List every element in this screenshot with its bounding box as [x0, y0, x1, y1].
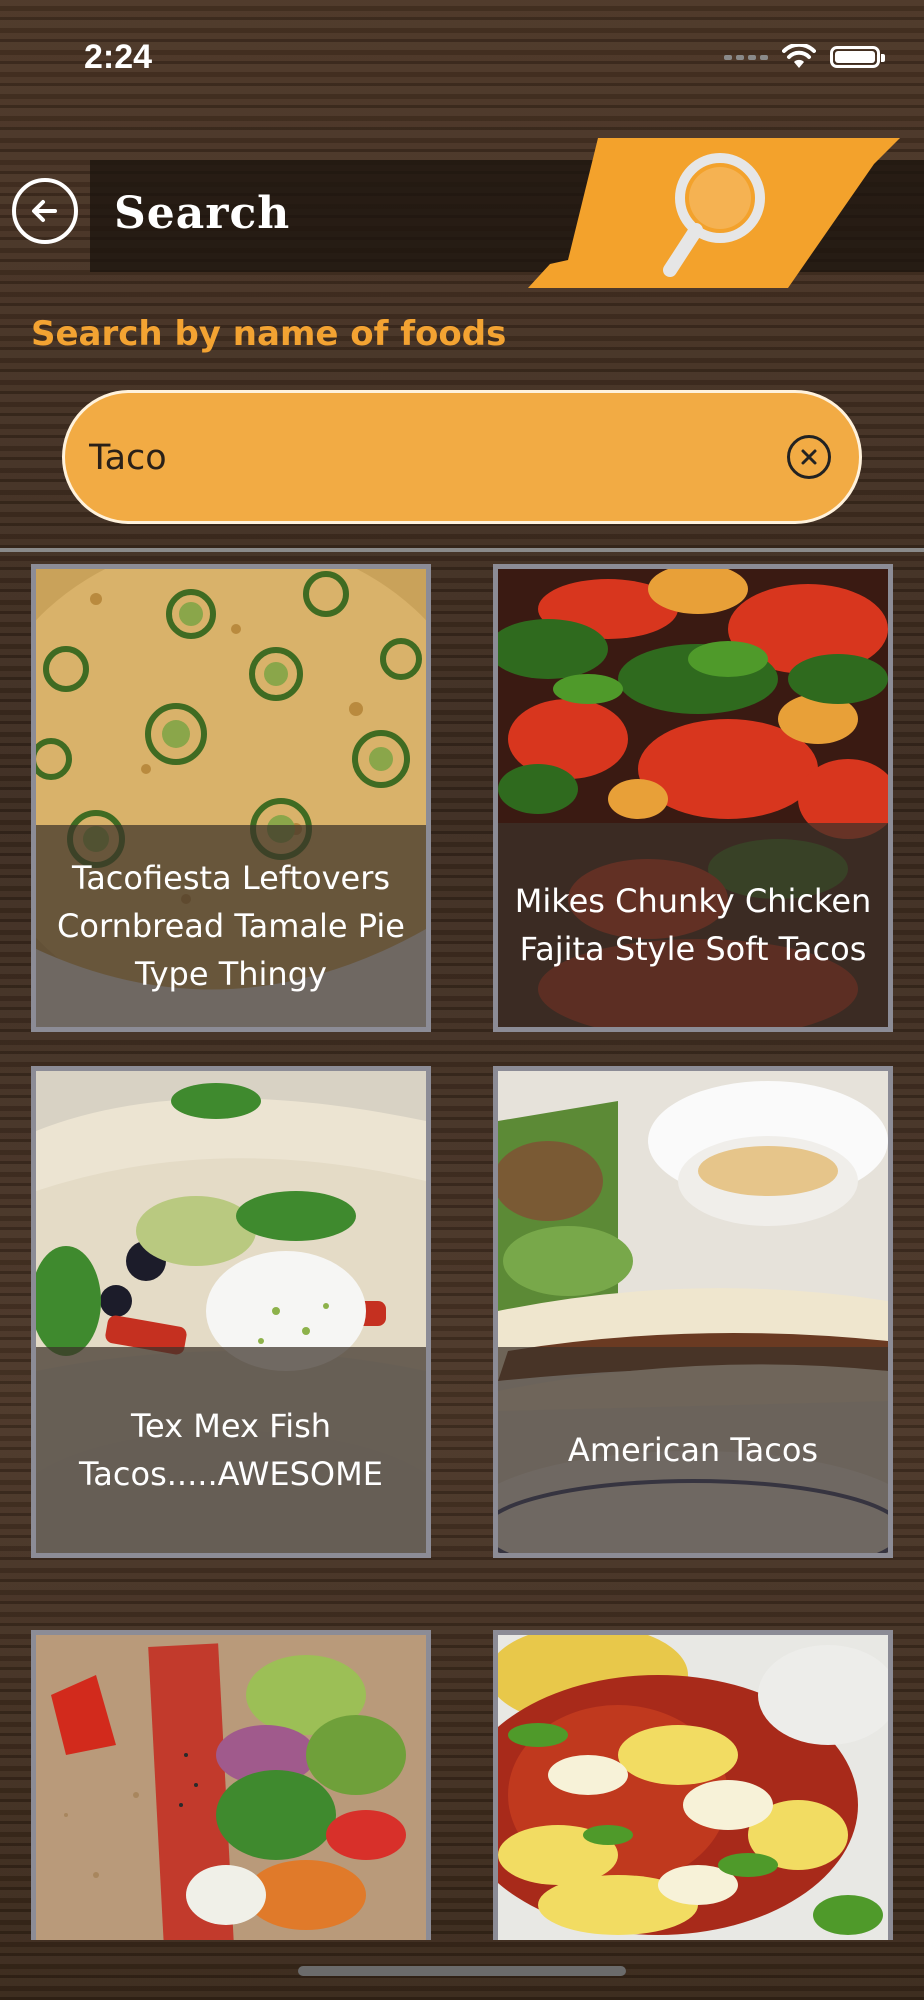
status-time: 2:24 — [84, 38, 153, 76]
signal-bars-icon — [724, 54, 768, 60]
recipe-card[interactable] — [31, 1630, 431, 1940]
home-indicator — [298, 1966, 626, 1976]
recipe-caption-overlay: Tex Mex Fish Tacos.....AWESOME — [36, 1347, 426, 1553]
back-arrow-icon — [32, 200, 57, 222]
clear-search-button[interactable] — [787, 435, 831, 479]
recipe-card[interactable]: Mikes Chunky Chicken Fajita Style Soft T… — [493, 564, 893, 1032]
recipe-caption-overlay: American Tacos — [498, 1347, 888, 1553]
recipe-card[interactable]: American Tacos — [493, 1066, 893, 1558]
clear-circle-icon — [801, 449, 817, 465]
battery-icon — [830, 46, 885, 68]
back-button[interactable] — [12, 178, 78, 244]
results-grid: Tacofiesta Leftovers Cornbread Tamale Pi… — [0, 560, 924, 1940]
recipe-title: Mikes Chunky Chicken Fajita Style Soft T… — [514, 882, 872, 968]
recipe-card[interactable]: Tacofiesta Leftovers Cornbread Tamale Pi… — [31, 564, 431, 1032]
recipe-photo — [36, 1635, 426, 1940]
wifi-icon — [782, 44, 816, 68]
search-field — [62, 390, 862, 524]
recipe-card[interactable]: Tex Mex Fish Tacos.....AWESOME — [31, 1066, 431, 1558]
recipe-caption-overlay: Tacofiesta Leftovers Cornbread Tamale Pi… — [36, 825, 426, 1027]
divider — [0, 548, 924, 552]
recipe-photo — [498, 1635, 888, 1940]
status-bar: 2:24 — [0, 0, 924, 110]
recipe-caption-overlay: Mikes Chunky Chicken Fajita Style Soft T… — [498, 823, 888, 1027]
search-input[interactable] — [87, 421, 751, 495]
recipe-title: American Tacos — [567, 1431, 819, 1469]
search-hint: Search by name of foods — [31, 314, 507, 354]
recipe-title: Tex Mex Fish Tacos.....AWESOME — [79, 1407, 383, 1493]
search-badge — [528, 134, 908, 288]
recipe-card[interactable] — [493, 1630, 893, 1940]
page-title: Search — [114, 188, 291, 239]
status-icons — [724, 44, 885, 70]
recipe-title: Tacofiesta Leftovers Cornbread Tamale Pi… — [57, 859, 405, 993]
